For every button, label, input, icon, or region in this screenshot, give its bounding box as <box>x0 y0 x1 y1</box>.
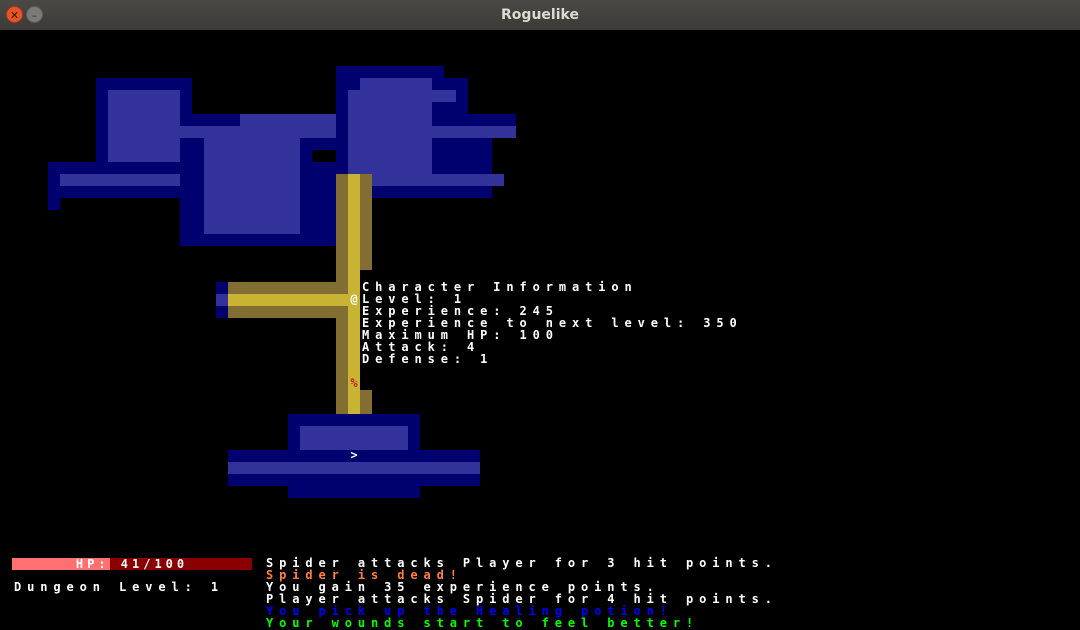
dungeon-level: Dungeon Level: 1 <box>14 580 224 594</box>
dark-floor <box>216 294 228 306</box>
dark-wall <box>48 198 60 210</box>
dark-floor <box>348 90 456 102</box>
window-title: Roguelike <box>501 7 579 23</box>
game-viewport: @ % > Character Information Level: 1 Exp… <box>0 30 1080 630</box>
void <box>312 150 336 162</box>
dark-floor <box>204 138 300 234</box>
dark-wall <box>432 138 492 174</box>
dark-floor <box>432 126 516 138</box>
title-bar: ✕ – Roguelike <box>0 0 1080 30</box>
hp-bar-label: HP: 41/100 <box>75 557 189 571</box>
message-line: Your wounds start to feel better! <box>266 616 700 630</box>
player-character: @ <box>350 292 358 306</box>
dark-floor <box>360 78 432 90</box>
dark-floor <box>360 174 504 186</box>
dark-floor <box>228 462 480 474</box>
hp-bar: HP: 41/100 <box>12 558 252 570</box>
corpse-item: % <box>350 376 358 390</box>
dark-floor <box>348 102 432 174</box>
dark-floor <box>180 126 360 138</box>
lit-floor <box>228 294 360 306</box>
dark-floor <box>108 90 180 174</box>
character-defense: Defense: 1 <box>362 352 494 366</box>
dark-wall <box>360 186 492 198</box>
stairs-down: > <box>350 448 358 462</box>
dark-floor <box>240 114 336 126</box>
lit-floor <box>348 174 360 270</box>
dark-wall <box>348 66 444 78</box>
